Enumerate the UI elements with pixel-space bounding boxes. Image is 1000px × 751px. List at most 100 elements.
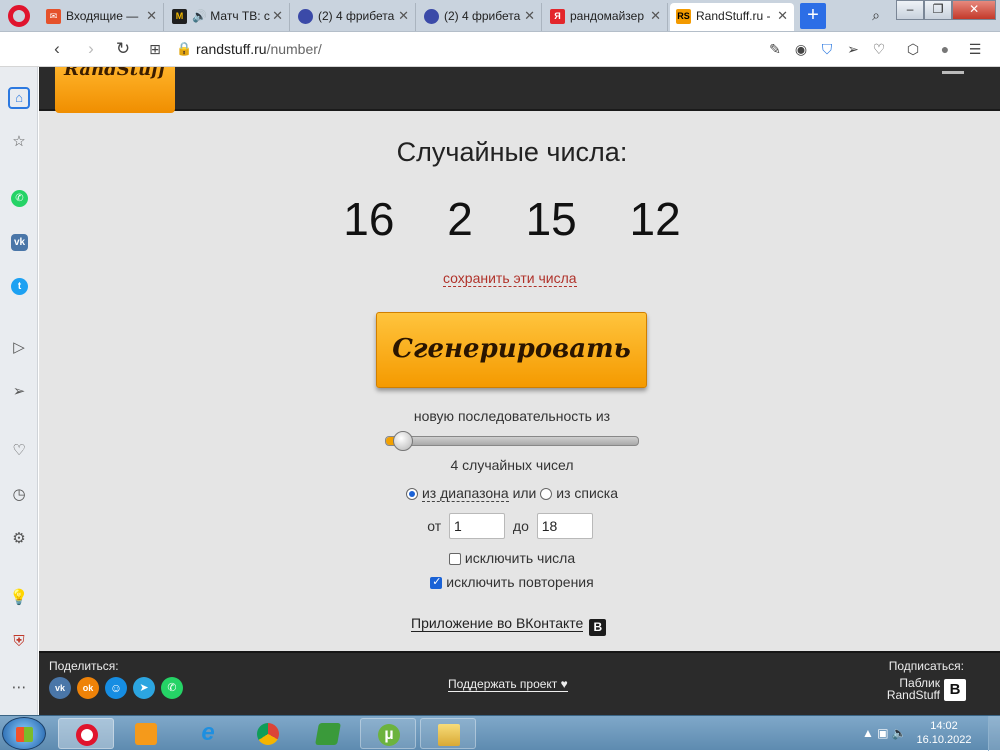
window-controls: – ❐ ✕ — [896, 0, 996, 20]
bookmarks-star-icon[interactable]: ☆ — [8, 131, 30, 153]
tab-yandex[interactable]: Я рандомайзер ✕ — [544, 3, 668, 31]
close-tab-icon[interactable]: ✕ — [272, 3, 283, 29]
exclude-numbers-label[interactable]: исключить числа — [465, 550, 575, 566]
extensions-cube-icon[interactable]: ⬡ — [904, 40, 922, 58]
camera-icon[interactable]: ◉ — [792, 40, 810, 58]
close-tab-icon[interactable]: ✕ — [398, 3, 409, 29]
public-link[interactable]: Паблик RandStuff — [887, 677, 940, 701]
save-numbers-link[interactable]: сохранить эти числа — [443, 270, 577, 287]
minimize-button[interactable]: – — [896, 0, 925, 20]
reload-icon[interactable]: ↻ — [112, 38, 134, 60]
notepad-icon — [315, 723, 341, 745]
snapshot-edit-icon[interactable]: ✎ — [766, 40, 784, 58]
generate-button[interactable]: Сгенерировать — [376, 312, 647, 388]
slider-handle[interactable] — [393, 431, 413, 451]
exclude-numbers-checkbox[interactable] — [448, 553, 461, 565]
random-number: 15 — [525, 193, 577, 245]
send-icon[interactable]: ➢ — [844, 40, 862, 58]
close-tab-icon[interactable]: ✕ — [524, 3, 535, 29]
taskbar-utorrent[interactable]: µ — [360, 718, 416, 749]
tab-title: рандомайзер — [570, 9, 644, 23]
player-icon[interactable]: ▷ — [8, 337, 30, 359]
taskbar-media-player[interactable] — [118, 718, 174, 749]
mailru-share-icon[interactable]: ☺ — [105, 677, 127, 699]
taskbar-explorer[interactable] — [420, 718, 476, 749]
close-tab-icon[interactable]: ✕ — [650, 3, 661, 29]
vk-app-link[interactable]: Приложение во ВКонтакте B — [411, 615, 607, 636]
count-slider[interactable] — [385, 431, 639, 451]
whatsapp-share-icon[interactable]: ✆ — [161, 677, 183, 699]
maximize-button[interactable]: ❐ — [924, 0, 953, 20]
exclude-repeats-checkbox[interactable] — [430, 575, 443, 589]
adblock-shield-icon[interactable]: ⛉ — [818, 40, 836, 58]
vk-share-icon[interactable]: vk — [49, 677, 71, 699]
ok-share-icon[interactable]: ok — [77, 677, 99, 699]
more-dots-icon[interactable]: ⋯ — [8, 677, 30, 699]
tab-freebet-2[interactable]: (2) 4 фрибета ✕ — [418, 3, 542, 31]
range-radio[interactable] — [405, 488, 418, 500]
new-tab-button[interactable]: + — [800, 3, 826, 29]
start-button[interactable] — [2, 717, 46, 750]
url-field[interactable]: randstuff.ru/number/ — [196, 41, 322, 57]
tab-title: Матч ТВ: с — [210, 9, 270, 23]
whatsapp-icon[interactable]: ✆ — [11, 190, 28, 207]
site-footer: Поделиться: vk ok ☺ ➤ ✆ Поддержать проек… — [39, 651, 1000, 715]
menu-icon[interactable] — [942, 71, 964, 74]
tab-randstuff[interactable]: RS RandStuff.ru - ✕ — [670, 3, 794, 31]
taskbar-opera[interactable] — [58, 718, 114, 749]
pinboard-heart-icon[interactable]: ♡ — [8, 440, 30, 462]
site-logo[interactable]: RandStuff — [55, 67, 175, 113]
taskbar-chrome[interactable] — [240, 718, 296, 749]
heart-icon[interactable]: ♡ — [870, 40, 888, 58]
easy-setup-icon[interactable]: ☰ — [966, 40, 984, 58]
list-radio[interactable] — [540, 488, 553, 500]
twitter-icon[interactable]: t — [11, 278, 28, 295]
support-project-link[interactable]: Поддержать проект ♥ — [448, 677, 568, 692]
mode-selector: из диапазона или из списка — [39, 485, 985, 502]
flow-send-icon[interactable]: ➢ — [8, 381, 30, 403]
forward-icon[interactable]: › — [80, 38, 102, 60]
tab-matchtv[interactable]: M 🔊 Матч ТВ: с ✕ — [166, 3, 290, 31]
audio-playing-icon[interactable]: 🔊 — [192, 9, 207, 23]
settings-gear-icon[interactable]: ⚙ — [8, 528, 30, 550]
speed-dial-icon[interactable]: ⊞ — [144, 38, 166, 60]
history-clock-icon[interactable]: ◷ — [8, 484, 30, 506]
taskbar-clock[interactable]: 14:02 16.10.2022 — [914, 719, 974, 747]
show-desktop-button[interactable] — [988, 716, 1000, 751]
to-input[interactable] — [536, 513, 593, 539]
profile-avatar-icon[interactable]: ● — [936, 40, 954, 58]
lock-icon[interactable]: 🔒 — [176, 41, 192, 57]
close-tab-icon[interactable]: ✕ — [146, 3, 157, 29]
tab-title: (2) 4 фрибета — [444, 9, 521, 23]
show-hidden-icons[interactable]: ▲ — [862, 726, 874, 740]
ublock-icon[interactable]: ⛨ — [8, 631, 30, 653]
vk-public-icon[interactable]: B — [944, 679, 966, 701]
exclude-repeats-label[interactable]: исключить повторения — [446, 574, 593, 590]
utorrent-icon: µ — [378, 724, 400, 746]
taskbar-ie[interactable]: e — [180, 718, 236, 749]
yandex-icon: Я — [550, 9, 565, 24]
page-title: Случайные числа: — [396, 137, 628, 167]
home-icon[interactable]: ⌂ — [8, 87, 30, 109]
back-icon[interactable]: ‹ — [46, 38, 68, 60]
close-window-button[interactable]: ✕ — [952, 0, 996, 20]
network-icon[interactable]: ▣ — [877, 726, 888, 740]
tab-inbox[interactable]: ✉ Входящие — ✕ — [40, 3, 164, 31]
address-bar: ‹ › ↻ ⊞ 🔒 randstuff.ru/number/ ✎ ◉ ⛉ ➢ ♡… — [0, 32, 1000, 67]
list-radio-label[interactable]: из списка — [556, 485, 618, 501]
vk-icon[interactable]: vk — [11, 234, 28, 251]
search-tabs-icon[interactable]: ⌕ — [866, 4, 886, 28]
system-tray: ▲ ▣ 🔈 — [862, 726, 907, 740]
taskbar-notepad[interactable] — [300, 718, 356, 749]
randstuff-icon: RS — [676, 9, 691, 24]
tab-freebet-1[interactable]: (2) 4 фрибета ✕ — [292, 3, 416, 31]
opera-menu-icon[interactable] — [8, 5, 30, 27]
volume-icon[interactable]: 🔈 — [892, 726, 907, 740]
close-tab-icon[interactable]: ✕ — [777, 3, 788, 29]
vk-app-link-text[interactable]: Приложение во ВКонтакте — [411, 615, 584, 632]
from-input[interactable] — [449, 513, 506, 539]
range-radio-label[interactable]: из диапазона — [421, 485, 509, 502]
folder-icon — [438, 724, 460, 746]
tips-lightbulb-icon[interactable]: 💡 — [8, 587, 30, 609]
telegram-share-icon[interactable]: ➤ — [133, 677, 155, 699]
